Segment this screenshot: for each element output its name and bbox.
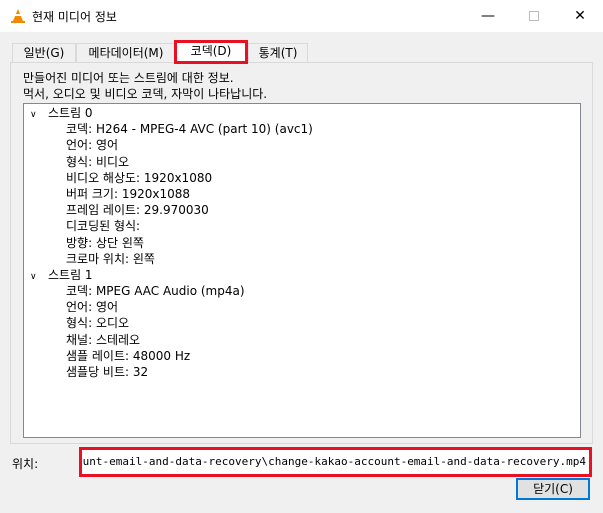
description-line: 만들어진 미디어 또는 스트림에 대한 정보. bbox=[23, 71, 234, 85]
stream-field: 코덱: H264 - MPEG-4 AVC (part 10) (avc1) bbox=[66, 122, 313, 137]
location-field[interactable]: kao-account-email-and-data-recovery\chan… bbox=[79, 447, 592, 477]
stream-field: 비디오 해상도: 1920x1080 bbox=[66, 170, 213, 185]
vlc-cone-icon bbox=[11, 9, 25, 23]
stream-field: 언어: 영어 bbox=[66, 300, 119, 315]
maximize-icon[interactable] bbox=[511, 0, 557, 32]
location-label: 위치: bbox=[12, 457, 39, 471]
stream-tree[interactable]: ∨ 스트림 0 코덱: H264 - MPEG-4 AVC (part 10) (a… bbox=[23, 103, 581, 438]
tab-statistics[interactable]: 통계(T) bbox=[248, 43, 308, 63]
location-value: kao-account-email-and-data-recovery\chan… bbox=[79, 455, 586, 468]
chevron-down-icon[interactable]: ∨ bbox=[30, 107, 48, 123]
stream-field: 코덱: MPEG AAC Audio (mp4a) bbox=[66, 284, 245, 299]
stream-field: 채널: 스테레오 bbox=[66, 332, 141, 347]
stream-field: 형식: 오디오 bbox=[66, 316, 130, 331]
minimize-icon[interactable]: — bbox=[465, 0, 511, 32]
stream-field: 방향: 상단 왼쪽 bbox=[66, 235, 144, 250]
stream-field: 프레임 레이트: 29.970030 bbox=[66, 203, 209, 218]
stream-field: 언어: 영어 bbox=[66, 138, 119, 153]
stream-node[interactable]: ∨ 스트림 0 bbox=[24, 105, 580, 121]
chevron-down-icon[interactable]: ∨ bbox=[30, 269, 48, 285]
stream-node[interactable]: ∨ 스트림 1 bbox=[24, 267, 580, 283]
stream-field: 형식: 비디오 bbox=[66, 154, 130, 169]
stream-field: 버퍼 크기: 1920x1088 bbox=[66, 186, 191, 201]
close-button[interactable]: 닫기(C) bbox=[516, 478, 590, 500]
window-title: 현재 미디어 정보 bbox=[32, 10, 117, 24]
tab-codec[interactable]: 코덱(D) bbox=[174, 40, 248, 64]
tab-general[interactable]: 일반(G) bbox=[12, 43, 76, 63]
tab-metadata[interactable]: 메타데이터(M) bbox=[76, 43, 176, 63]
title-bar: 현재 미디어 정보 — ✕ bbox=[0, 0, 603, 32]
description-line: 먹서, 오디오 및 비디오 코덱, 자막이 나타납니다. bbox=[23, 87, 268, 101]
stream-field: 샘플당 비트: 32 bbox=[66, 365, 149, 379]
stream-field: 디코딩된 형식: bbox=[66, 219, 141, 234]
stream-field: 크로마 위치: 왼쪽 bbox=[66, 251, 155, 266]
stream-name: 스트림 0 bbox=[48, 106, 93, 120]
stream-field: 샘플 레이트: 48000 Hz bbox=[66, 348, 191, 363]
stream-name: 스트림 1 bbox=[48, 267, 93, 282]
codec-description: 만들어진 미디어 또는 스트림에 대한 정보. 먹서, 오디오 및 비디오 코덱… bbox=[23, 70, 267, 102]
close-icon[interactable]: ✕ bbox=[557, 0, 603, 32]
codec-panel: 만들어진 미디어 또는 스트림에 대한 정보. 먹서, 오디오 및 비디오 코덱… bbox=[10, 62, 593, 444]
